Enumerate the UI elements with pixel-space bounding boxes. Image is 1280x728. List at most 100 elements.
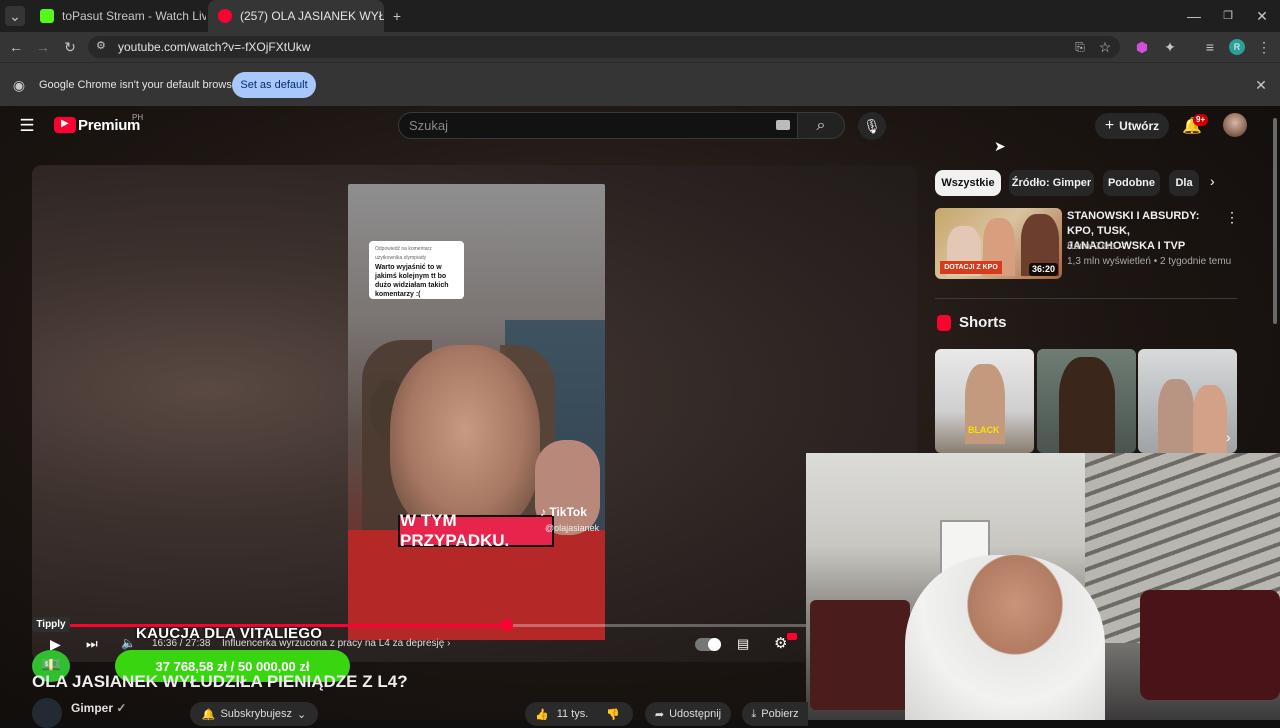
comment-text: Warto wyjaśnić to w jakimś kolejnym tt b… [375,264,449,298]
scrubber-handle[interactable] [500,619,513,631]
short-caption: BLACK [968,425,1000,435]
download-label: Pobierz [761,708,799,720]
channel-name: Kanał Zero [1067,241,1116,252]
youtube-logo-icon[interactable]: ▶ [54,117,76,133]
volume-icon[interactable]: 🔈 [121,636,136,650]
mic-icon[interactable]: 🎙 [858,112,886,140]
create-label: Utwórz [1119,119,1160,133]
short-person [1193,385,1227,453]
chrome-menu-icon[interactable]: ⋮ [1254,37,1274,57]
tab-search-chevron-icon[interactable]: ⌄ [5,6,25,26]
install-app-icon[interactable]: ⎘ [1070,37,1090,57]
reading-list-icon[interactable]: ≡ [1200,37,1220,57]
video-caption: W TYM PRZYPADKU. [398,511,554,550]
search-input[interactable]: Szukaj [398,112,798,139]
donation-goal-title: KAUCJA DLA VITALIEGO [136,625,323,642]
like-icon[interactable]: 👍 [535,708,549,721]
video-duration: 36:20 [1029,263,1058,276]
subscribe-label: Subskrybujesz [220,708,293,720]
recommended-channel[interactable]: Kanał Zero ✓ [1067,241,1127,252]
webcam-chair-shape [810,600,910,710]
short-thumbnail-3[interactable] [1138,349,1237,453]
subscribe-button[interactable]: 🔔 Subskrybujesz ⌄ [190,702,318,726]
download-button[interactable]: ⤓ Pobierz [742,702,808,726]
tipply-label: Tipply [32,617,70,632]
autoplay-toggle[interactable] [695,638,721,651]
tiktok-logo: ♪ TikTok [540,505,587,519]
account-avatar[interactable] [1223,113,1247,137]
channel-name[interactable]: Gimper ✓ [71,701,126,715]
infobar-message: Google Chrome isn't your default browser [39,79,242,91]
tab-title: (257) OLA JASIANEK WYŁUDZIŁ [240,9,384,23]
share-icon: ➦ [654,708,665,721]
youtube-favicon-icon [218,9,232,23]
like-dislike-group[interactable]: 👍 11 tys. 👎 [525,702,633,726]
short-thumbnail-2[interactable] [1037,349,1136,453]
short-thumbnail-1[interactable]: BLACK [935,349,1034,453]
chip-for-you[interactable]: Dla [1169,170,1199,196]
bell-icon: 🔔 [201,708,216,721]
download-icon: ⤓ [751,707,757,720]
extension-shield-icon[interactable]: ⬢ [1132,37,1152,57]
reload-icon[interactable]: ↻ [60,37,80,57]
next-icon[interactable]: ⏭ [86,636,98,652]
chevron-down-icon: ⌄ [297,708,307,721]
chip-all[interactable]: Wszystkie [935,170,1001,196]
tiktok-label: TikTok [549,505,587,519]
like-count: 11 tys. [556,708,589,720]
infobar-close-icon[interactable]: ✕ [1251,75,1271,95]
page-scrollbar[interactable] [1273,118,1277,324]
set-default-button[interactable]: Set as default [232,72,316,98]
forward-icon[interactable]: → [33,37,53,57]
notification-badge: 9+ [1193,114,1209,126]
tiktok-username: @olajasianek [545,523,600,533]
profile-avatar[interactable]: R [1229,39,1245,55]
settings-gear-icon[interactable]: ⚙ [774,634,787,652]
streamer-person-shape [905,555,1105,720]
comment-header: Odpowiedź na komentarz użytkownika olymp… [375,246,432,261]
short-person [1059,357,1115,453]
minimize-icon[interactable]: — [1184,6,1204,26]
close-window-icon[interactable]: ✕ [1252,6,1272,26]
tab-title: toPasut Stream - Watch Live on [62,9,206,23]
hd-badge [787,633,797,640]
short-person [1158,379,1194,453]
video-title: OLA JASIANEK WYŁUDZIŁA PIENIĄDZE Z L4? [32,672,408,691]
extensions-puzzle-icon[interactable]: ✦ [1160,37,1180,57]
dislike-icon[interactable]: 👎 [606,708,620,721]
divider [935,298,1237,299]
tiktok-reply-comment: Odpowiedź na komentarz użytkownika olymp… [369,241,464,299]
address-bar[interactable]: ⚙ youtube.com/watch?v=-fXOjFXtUkw [88,36,1120,58]
chip-related[interactable]: Podobne [1103,170,1160,196]
tab-youtube[interactable]: (257) OLA JASIANEK WYŁUDZIŁ ✕ [208,0,384,32]
share-label: Udostępnij [669,708,722,720]
create-button[interactable]: + Utwórz [1095,113,1169,139]
url-text: youtube.com/watch?v=-fXOjFXtUkw [118,40,311,54]
shorts-icon [937,315,951,331]
keyboard-icon[interactable] [776,120,790,130]
recommended-meta: 1,3 mln wyświetleń • 2 tygodnie temu [1067,256,1232,267]
hamburger-menu-icon[interactable]: ☰ [17,116,37,136]
new-tab-icon[interactable]: + [387,6,407,26]
channel-avatar[interactable] [32,698,62,728]
shorts-title: Shorts [959,314,1007,331]
maximize-icon[interactable]: ❐ [1218,6,1238,26]
channel-name-text: Gimper [71,701,114,715]
premium-logo-text[interactable]: Premium [78,117,140,134]
back-icon[interactable]: ← [6,37,26,57]
bookmark-star-icon[interactable]: ☆ [1095,37,1115,57]
tab-topasut[interactable]: toPasut Stream - Watch Live on ✕ [30,0,206,32]
chips-next-icon[interactable]: › [1210,173,1215,189]
subtitles-icon[interactable]: ▤ [737,636,749,652]
person-face-shape [390,345,540,535]
more-actions-icon[interactable]: ⋮ [1225,209,1239,226]
country-code: PH [132,113,144,122]
share-button[interactable]: ➦ Udostępnij [645,702,731,726]
shorts-next-icon[interactable]: › [1226,429,1231,445]
plus-icon: + [1104,117,1115,134]
site-info-icon[interactable]: ⚙ [96,39,106,52]
mouse-cursor-icon: ➤ [994,138,1006,154]
chip-source-gimper[interactable]: Źródło: Gimper [1009,170,1094,196]
search-button[interactable]: ⌕ [797,112,845,139]
webcam-sofa-shape [1140,590,1280,700]
